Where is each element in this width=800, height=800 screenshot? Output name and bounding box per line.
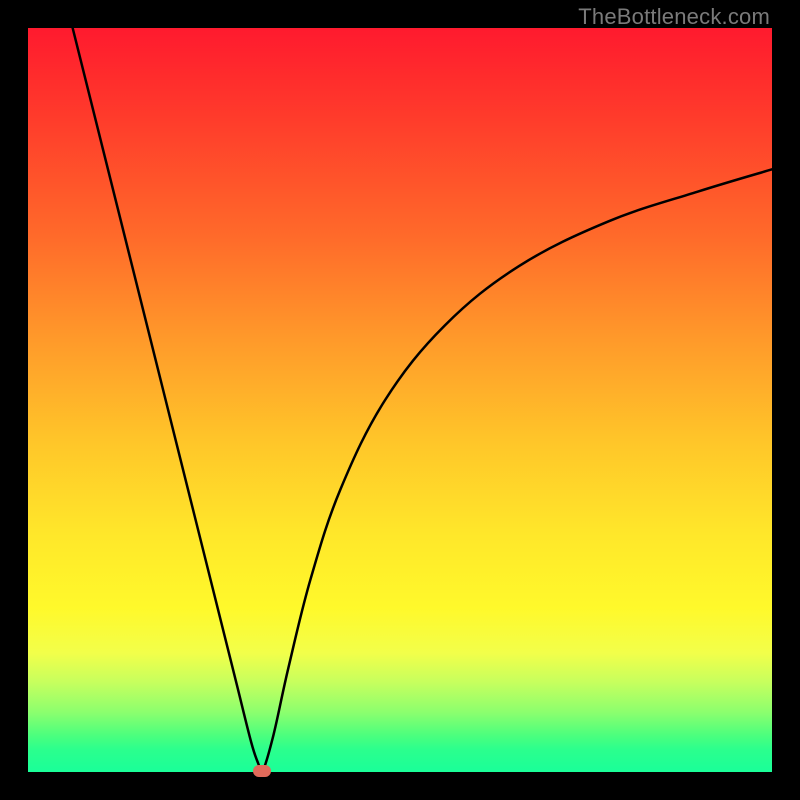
watermark-text: TheBottleneck.com (578, 4, 770, 30)
optimum-marker (253, 765, 271, 777)
bottleneck-curve (28, 28, 772, 772)
plot-area (28, 28, 772, 772)
chart-frame: TheBottleneck.com (0, 0, 800, 800)
